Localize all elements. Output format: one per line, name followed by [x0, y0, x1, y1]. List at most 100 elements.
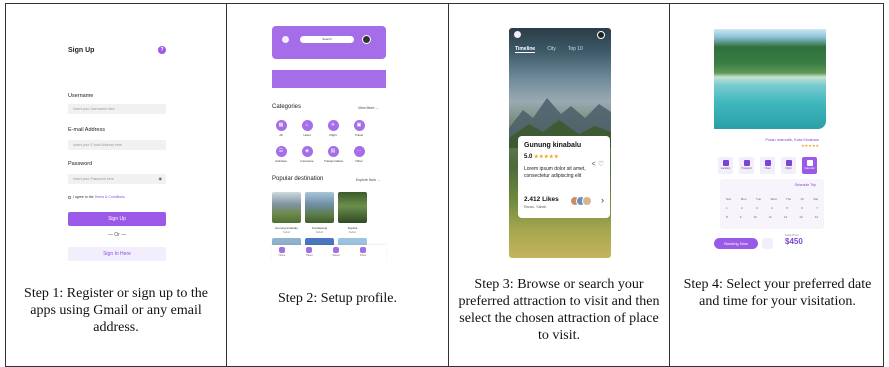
- calendar-day[interactable]: 3: [756, 206, 758, 210]
- option-label: Flight: [785, 167, 792, 170]
- bookmark-icon[interactable]: [762, 238, 773, 249]
- category-activities[interactable]: ☰ Activities: [272, 146, 290, 163]
- step-3-caption: Step 3: Browse or search your preferred …: [458, 277, 660, 343]
- option-hotel[interactable]: Hotel: [760, 157, 775, 174]
- nav-label: Saved: [332, 254, 340, 257]
- calendar-day[interactable]: 7: [816, 206, 818, 210]
- option-flight[interactable]: Flight: [781, 157, 796, 174]
- categories-more-link[interactable]: View More →: [358, 106, 379, 110]
- category-insurance[interactable]: ◈ Insurance: [298, 146, 316, 163]
- grid-icon: ▦: [275, 120, 287, 131]
- weekday: Tue: [756, 197, 762, 201]
- travel-icon: [306, 247, 312, 253]
- search-input[interactable]: Search: [300, 36, 354, 43]
- option-label: Hotel: [764, 167, 771, 170]
- nav-saved[interactable]: Saved: [328, 247, 344, 257]
- nav-label: Travel: [305, 254, 313, 257]
- calendar-day[interactable]: 1: [726, 206, 728, 210]
- question-icon[interactable]: ?: [158, 46, 166, 54]
- destination-region: Sabah: [282, 231, 291, 234]
- calendar-day[interactable]: 12: [784, 215, 787, 219]
- option-transport[interactable]: Transport: [739, 157, 754, 174]
- option-location[interactable]: Location: [718, 157, 733, 174]
- attraction-name: Gunung kinabalu: [524, 142, 582, 149]
- calendar-icon: [806, 160, 813, 166]
- calendar-day[interactable]: 14: [815, 215, 818, 219]
- category-other[interactable]: ··· Other: [350, 146, 368, 163]
- avatar[interactable]: [597, 31, 605, 39]
- weekday: Wed: [770, 197, 777, 201]
- profile-screen: Search Categories View More → ▦ All ⌂ Hote…: [272, 26, 397, 262]
- price-value: $450: [785, 237, 803, 246]
- nav-home[interactable]: Home: [274, 247, 290, 257]
- location-icon: [722, 160, 729, 166]
- menu-icon[interactable]: [282, 36, 289, 43]
- category-travel[interactable]: ▣ Travel: [350, 120, 368, 137]
- terms-checkbox-row[interactable]: I agree to the Terms & Conditions: [68, 195, 125, 199]
- password-field[interactable]: Insert your Password here ◉: [68, 174, 166, 184]
- step-4-caption: Step 4: Select your preferred date and t…: [683, 277, 872, 309]
- calendar-day[interactable]: 9: [740, 215, 742, 219]
- category-flight[interactable]: ✈ Flight: [324, 120, 342, 137]
- pin-icon: [333, 247, 339, 253]
- calendar-day[interactable]: 10: [753, 215, 756, 219]
- step-2-cell: Search Categories View More → ▦ All ⌂ Hote…: [227, 4, 449, 366]
- calendar-panel: Schedule Trip Sun Mon Tue Wed Thu Fri Sa…: [720, 179, 824, 229]
- more-icon: ···: [353, 146, 365, 157]
- calendar-day[interactable]: 8: [726, 215, 728, 219]
- calendar-day[interactable]: 11: [769, 215, 772, 219]
- nav-travel[interactable]: Travel: [301, 247, 317, 257]
- terms-checkbox[interactable]: [68, 195, 71, 199]
- signup-button[interactable]: Sign Up: [68, 212, 166, 226]
- destination-card-1[interactable]: [272, 192, 301, 223]
- calendar-title: Schedule Trip: [794, 183, 816, 187]
- password-label: Password: [68, 161, 93, 167]
- tab-top-10[interactable]: Top 10: [568, 46, 583, 52]
- steps-table: Sign Up ? Username Insert your Username …: [5, 3, 884, 367]
- home-icon: [279, 247, 285, 253]
- heart-icon[interactable]: ♡: [598, 161, 604, 168]
- category-all[interactable]: ▦ All: [272, 120, 290, 137]
- attraction-card[interactable]: Gunung kinabalu 5.0 ★★★★★ < ♡ Lorem ipsu…: [518, 136, 610, 218]
- likes-count: 2.412 Likes: [524, 196, 559, 203]
- category-label: Other: [355, 159, 363, 163]
- activity-icon: ☰: [275, 146, 287, 157]
- car-icon: [743, 160, 750, 166]
- calendar-day[interactable]: 6: [801, 206, 803, 210]
- booking-button[interactable]: Booking Now: [714, 238, 758, 249]
- popular-title: Popular destination: [272, 176, 324, 182]
- eye-icon[interactable]: ◉: [159, 174, 163, 184]
- username-field[interactable]: Insert your Username here: [68, 104, 166, 114]
- calendar-day[interactable]: 2: [741, 206, 743, 210]
- profile-header: Search: [272, 26, 386, 59]
- avatar[interactable]: [362, 35, 371, 44]
- action-icons: < ♡: [592, 160, 604, 168]
- liker-avatars: [570, 196, 592, 206]
- nav-label: Inbox: [359, 254, 367, 257]
- option-calendar[interactable]: Calendar: [802, 157, 817, 174]
- email-field[interactable]: Insert your E-mail Address here: [68, 140, 166, 150]
- tab-city[interactable]: City: [547, 46, 556, 52]
- popular-more-link[interactable]: Explore Now →: [356, 178, 380, 182]
- category-transportation[interactable]: ▤ Transportation: [324, 146, 343, 163]
- terms-link[interactable]: Terms & Conditions: [95, 195, 125, 199]
- menu-icon[interactable]: [514, 31, 521, 38]
- weekday: Thu: [786, 197, 792, 201]
- category-hotel[interactable]: ⌂ Hotel: [298, 120, 316, 137]
- chevron-right-icon[interactable]: ›: [601, 195, 604, 205]
- weekday: Sat: [813, 197, 818, 201]
- calendar-day[interactable]: 5: [786, 206, 788, 210]
- destination-card-2[interactable]: [305, 192, 334, 223]
- calendar-day[interactable]: 13: [799, 215, 802, 219]
- category-label: Activities: [275, 159, 287, 163]
- nav-inbox[interactable]: Inbox: [355, 247, 371, 257]
- weekday: Sun: [726, 197, 732, 201]
- signup-title: Sign Up: [68, 47, 95, 54]
- signin-button[interactable]: Sign In Here: [68, 247, 166, 261]
- promo-banner[interactable]: [272, 70, 386, 88]
- category-label: Insurance: [300, 159, 314, 163]
- calendar-day[interactable]: 4: [771, 206, 773, 210]
- share-icon[interactable]: <: [592, 161, 596, 168]
- tab-timeline[interactable]: Timeline: [515, 46, 536, 53]
- destination-card-3[interactable]: [338, 192, 367, 223]
